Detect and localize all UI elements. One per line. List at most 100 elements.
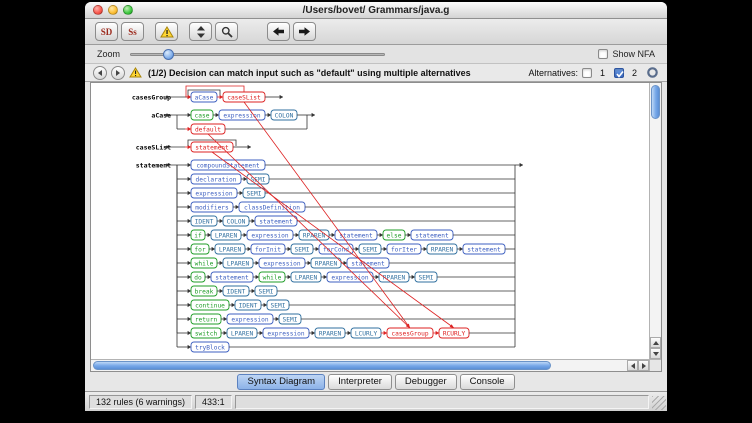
link-alternatives-icon[interactable] — [646, 66, 659, 79]
diagram-box-label: expression — [195, 190, 233, 197]
diagram-box-label: statement — [259, 218, 293, 225]
toolbar: SD Ss — [85, 19, 667, 45]
arrowhead — [188, 163, 191, 167]
show-nfa-label: Show NFA — [612, 49, 655, 59]
horizontal-scroll-thumb[interactable] — [93, 361, 551, 370]
diagram-box-label: break — [195, 288, 214, 295]
diagram-box-label: SEMI — [419, 274, 434, 281]
zoom-slider[interactable] — [130, 49, 385, 60]
up-down-arrows-icon — [196, 26, 206, 38]
syntax-diagram-canvas[interactable]: casesGroupaCasecaseSListaCasecaseexpress… — [91, 83, 639, 361]
zoom-slider-thumb[interactable] — [163, 49, 174, 60]
arrowhead — [252, 219, 255, 223]
vertical-scrollbar[interactable] — [649, 83, 661, 359]
tab-interpreter[interactable]: Interpreter — [328, 374, 392, 390]
scroll-down-button[interactable] — [650, 348, 661, 359]
diagram-box-label: forCond — [323, 246, 349, 253]
diagram-box-label: LPAREN — [219, 246, 242, 253]
arrowhead — [256, 275, 259, 279]
diagram-box-label: while — [195, 260, 214, 267]
diagram-box-label: LPAREN — [227, 260, 250, 267]
tab-console[interactable]: Console — [460, 374, 515, 390]
arrowhead — [188, 177, 191, 181]
diagram-box-label: aCase — [195, 94, 214, 101]
maximize-button[interactable] — [123, 5, 133, 15]
syntax-diagram-button[interactable]: SD — [95, 22, 118, 41]
next-warning-button[interactable] — [111, 66, 125, 80]
alternative-1-checkbox[interactable] — [582, 68, 592, 78]
diagram-box-label: statement — [215, 274, 249, 281]
arrowhead — [188, 261, 191, 265]
scrollbar-corner — [649, 359, 661, 371]
arrowhead — [384, 331, 387, 335]
forward-button[interactable] — [293, 22, 316, 41]
diagram-box-label: statement — [195, 144, 229, 151]
diagram-box-label: expression — [331, 274, 369, 281]
arrowhead — [220, 219, 223, 223]
scroll-left-button[interactable] — [627, 360, 638, 371]
arrowhead — [220, 261, 223, 265]
back-button[interactable] — [267, 22, 290, 41]
arrowhead — [408, 233, 411, 237]
goto-rule-button[interactable] — [189, 22, 212, 41]
arrowhead — [188, 247, 191, 251]
rules-button[interactable]: Ss — [121, 22, 144, 41]
warning-message: (1/2) Decision can match input such as "… — [148, 68, 471, 78]
title-bar[interactable]: /Users/bovet/ Grammars/java.g — [85, 2, 667, 19]
diagram-box-label: LPAREN — [231, 330, 254, 337]
arrowhead — [212, 247, 215, 251]
left-arrow-icon — [98, 70, 102, 76]
find-button[interactable] — [215, 22, 238, 41]
rule-label[interactable]: casesGroup — [132, 94, 171, 102]
vertical-scroll-thumb[interactable] — [651, 85, 660, 119]
tab-debugger[interactable]: Debugger — [395, 374, 457, 390]
resize-grip[interactable] — [652, 396, 666, 410]
diagram-box-label: RPAREN — [315, 260, 338, 267]
diagram-box-label: do — [194, 274, 202, 281]
diagram-box-label: expression — [251, 232, 289, 239]
zoom-label: Zoom — [97, 49, 120, 59]
close-button[interactable] — [93, 5, 103, 15]
window-title: /Users/bovet/ Grammars/java.g — [85, 5, 667, 16]
tab-syntax-diagram[interactable]: Syntax Diagram — [237, 374, 325, 390]
arrowhead — [188, 289, 191, 293]
scroll-right-button[interactable] — [638, 360, 649, 371]
diagram-box-label: SEMI — [259, 288, 274, 295]
arrowhead — [188, 95, 191, 99]
arrowhead — [232, 303, 235, 307]
diagram-box-label: declaration — [196, 176, 237, 183]
right-arrow-icon — [642, 363, 646, 369]
diagram-box-label: SEMI — [271, 302, 286, 309]
diagram-box-label: RPAREN — [319, 330, 342, 337]
warning-triangle-icon — [160, 26, 174, 38]
arrowhead — [220, 289, 223, 293]
diagram-box-label: statement — [415, 232, 449, 239]
arrowhead — [276, 317, 279, 321]
scroll-up-button[interactable] — [650, 337, 661, 348]
warnings-button[interactable] — [155, 22, 178, 41]
alternative-2-label: 2 — [632, 68, 637, 78]
tab-label: Debugger — [405, 376, 447, 387]
arrowhead — [380, 233, 383, 237]
diagram-box-label: casesGroup — [391, 330, 429, 337]
arrowhead — [224, 317, 227, 321]
diagram-box-label: if — [194, 232, 202, 239]
previous-warning-button[interactable] — [93, 66, 107, 80]
app-window: /Users/bovet/ Grammars/java.g SD Ss — [85, 2, 667, 411]
window-controls — [93, 5, 133, 15]
diagram-box-label: forInit — [255, 246, 281, 253]
right-arrow-icon — [116, 70, 120, 76]
arrowhead — [188, 331, 191, 335]
status-bar: 132 rules (6 warnings) 433:1 — [85, 391, 667, 411]
arrowhead — [188, 317, 191, 321]
tab-bar: Syntax Diagram Interpreter Debugger Cons… — [85, 374, 667, 390]
diagram-box-label: return — [195, 316, 218, 323]
minimize-button[interactable] — [108, 5, 118, 15]
diagram-box-label: statement — [467, 246, 501, 253]
arrowhead — [260, 331, 263, 335]
diagram-box-label: SEMI — [283, 316, 298, 323]
show-nfa-checkbox[interactable] — [598, 49, 608, 59]
horizontal-scrollbar[interactable] — [91, 359, 649, 371]
diagram-box-label: RPAREN — [383, 274, 406, 281]
alternative-2-checkbox[interactable] — [614, 68, 624, 78]
